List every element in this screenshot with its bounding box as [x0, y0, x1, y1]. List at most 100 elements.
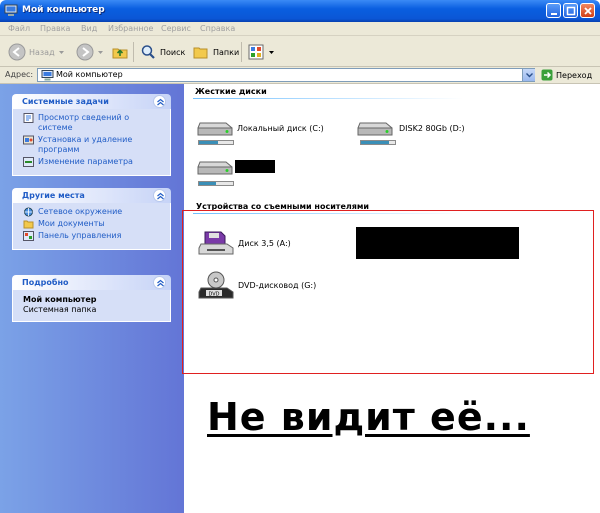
- place-network[interactable]: Сетевое окружение: [23, 207, 164, 217]
- hard-drive-icon: [197, 122, 233, 136]
- menu-favorites[interactable]: Избранное: [108, 24, 153, 33]
- address-input[interactable]: Мой компьютер: [37, 68, 535, 82]
- address-value: Мой компьютер: [56, 70, 123, 79]
- dvd-drive-icon: DVD: [198, 271, 234, 299]
- back-arrow-icon: [8, 43, 26, 61]
- system-tasks-body: Просмотр сведений о системе Установка и …: [12, 109, 171, 176]
- close-button[interactable]: [580, 3, 595, 18]
- hard-drive-icon: [197, 161, 233, 175]
- task-change-setting[interactable]: Изменение параметра: [23, 157, 164, 167]
- minimize-button[interactable]: [546, 3, 561, 18]
- system-tasks-header[interactable]: Системные задачи: [12, 94, 171, 109]
- other-places-header[interactable]: Другие места: [12, 188, 171, 203]
- my-computer-icon: [4, 4, 18, 16]
- minimize-icon: [551, 13, 557, 15]
- up-folder-button[interactable]: [111, 42, 129, 62]
- hard-drive-icon: [357, 122, 393, 136]
- folder-up-icon: [112, 48, 128, 59]
- drive-usage-bar: [198, 140, 234, 145]
- details-title: Подробно: [22, 278, 69, 287]
- menu-tools[interactable]: Сервис: [161, 24, 191, 33]
- floppy-drive-icon: [198, 231, 234, 255]
- control-panel-icon: [23, 231, 34, 241]
- chevron-down-icon: [98, 51, 103, 54]
- search-icon: [141, 45, 155, 59]
- drive-d[interactable]: DISK2 80Gb (D:): [356, 117, 465, 139]
- chevron-down-icon: [269, 51, 274, 54]
- menu-help[interactable]: Справка: [200, 24, 235, 33]
- drive-redacted[interactable]: [196, 156, 237, 178]
- search-button[interactable]: Поиск: [139, 42, 185, 62]
- go-button[interactable]: Переход: [541, 69, 592, 81]
- other-places-panel: Другие места Сетевое окружение Мои докум…: [12, 188, 171, 250]
- other-places-body: Сетевое окружение Мои документы Панель у…: [12, 203, 171, 250]
- task-view-system-info[interactable]: Просмотр сведений о системе: [23, 113, 164, 133]
- drive-g[interactable]: DVD DVD-дисковод (G:): [197, 270, 316, 300]
- go-label: Переход: [556, 70, 593, 80]
- system-tasks-title: Системные задачи: [22, 97, 109, 106]
- drive-label: Диск 3,5 (A:): [238, 238, 291, 248]
- maximize-icon: [566, 6, 576, 16]
- views-button[interactable]: [247, 42, 275, 62]
- toolbar: Назад Поиск Папки: [0, 36, 600, 67]
- folders-button[interactable]: Папки: [192, 42, 239, 62]
- hard-disks-group-title: Жесткие диски: [195, 87, 267, 96]
- task-pane: Системные задачи Просмотр сведений о сис…: [0, 84, 184, 513]
- task-label: Изменение параметра: [38, 157, 133, 166]
- caption-text: Не видит её...: [207, 395, 530, 439]
- drive-a[interactable]: Диск 3,5 (A:): [197, 230, 291, 256]
- back-label: Назад: [29, 47, 55, 57]
- other-places-title: Другие места: [22, 191, 85, 200]
- details-body: Мой компьютер Системная папка: [12, 290, 171, 322]
- expand-button[interactable]: [153, 276, 166, 289]
- collapse-button[interactable]: [153, 95, 166, 108]
- drive-usage-fill: [199, 182, 216, 185]
- folders-label: Папки: [213, 47, 240, 57]
- address-dropdown-button[interactable]: [522, 69, 535, 81]
- place-control-panel[interactable]: Панель управления: [23, 231, 164, 241]
- place-label: Мои документы: [38, 219, 105, 228]
- forward-arrow-icon: [76, 43, 94, 61]
- group-divider: [193, 98, 463, 99]
- drive-usage-bar: [198, 181, 234, 186]
- window-title: Мой компьютер: [22, 5, 105, 15]
- place-my-documents[interactable]: Мои документы: [23, 219, 164, 229]
- go-arrow-icon: [541, 69, 553, 81]
- address-label: Адрес:: [5, 70, 34, 79]
- search-label: Поиск: [160, 47, 186, 57]
- details-panel: Подробно Мой компьютер Системная папка: [12, 275, 171, 322]
- chevron-down-icon: [58, 51, 64, 54]
- chevron-down-icon: [526, 73, 533, 78]
- menu-edit[interactable]: Правка: [40, 24, 70, 33]
- forward-button[interactable]: [76, 42, 104, 62]
- menu-file[interactable]: Файл: [8, 24, 30, 33]
- toolbar-separator: [241, 42, 242, 62]
- back-button[interactable]: Назад: [8, 42, 65, 62]
- drive-usage-fill: [361, 141, 389, 144]
- control-panel-icon: [23, 157, 34, 167]
- title-bar[interactable]: Мой компьютер: [0, 0, 600, 22]
- svg-text:DVD: DVD: [208, 292, 219, 298]
- collapse-button[interactable]: [153, 189, 166, 202]
- drive-usage-fill: [199, 141, 218, 144]
- menu-bar: Файл Правка Вид Избранное Сервис Справка: [0, 22, 600, 36]
- maximize-button[interactable]: [563, 3, 578, 18]
- redaction-block: [356, 227, 519, 259]
- redaction-block: [235, 160, 275, 173]
- task-label: Установка и удаление программ: [38, 135, 133, 154]
- chevron-up-icon: [157, 279, 164, 287]
- network-icon: [24, 207, 33, 217]
- task-label: Просмотр сведений о системе: [38, 113, 130, 132]
- views-icon: [248, 44, 264, 60]
- drive-c[interactable]: Локальный диск (C:): [196, 117, 324, 139]
- drive-usage-bar: [360, 140, 396, 145]
- toolbar-separator: [133, 42, 134, 62]
- menu-view[interactable]: Вид: [81, 24, 97, 33]
- address-bar: Адрес: Мой компьютер Переход: [0, 67, 600, 84]
- folders-icon: [193, 47, 208, 59]
- task-add-remove-programs[interactable]: Установка и удаление программ: [23, 135, 164, 155]
- chevron-up-icon: [157, 192, 164, 200]
- drive-label: DVD-дисковод (G:): [238, 280, 317, 290]
- details-header[interactable]: Подробно: [12, 275, 171, 290]
- chevron-up-icon: [157, 98, 164, 106]
